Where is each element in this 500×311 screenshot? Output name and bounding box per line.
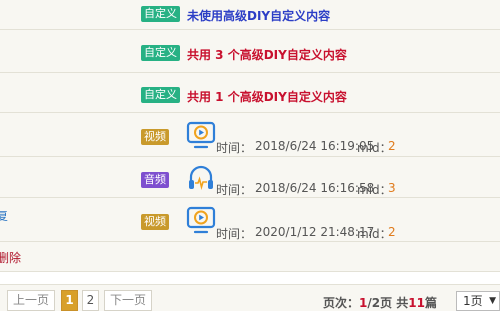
time-label: 时间：: [216, 183, 253, 197]
mid-value: 2: [388, 139, 396, 153]
prev-page-button[interactable]: 上一页: [7, 290, 55, 311]
video-tag: 视频: [141, 129, 169, 145]
mid-label: mid：: [357, 141, 392, 155]
page-1-button[interactable]: 1: [61, 290, 78, 311]
video-monitor-icon: [186, 206, 216, 234]
page-2-button[interactable]: 2: [82, 290, 99, 311]
custom-content-status[interactable]: 共用 1 个高级DIY自定义内容: [187, 88, 347, 105]
mid-label: mid：: [357, 227, 392, 241]
row-action-link-partial[interactable]: 复: [0, 207, 8, 224]
time-label: 时间：: [216, 227, 253, 241]
mid-value: 3: [388, 181, 396, 195]
chevron-down-icon: ▼: [489, 296, 496, 306]
row-delete: [0, 242, 500, 272]
page-info: 页次：1/2页 共11篇: [323, 296, 438, 310]
mid-label: mid：: [357, 183, 392, 197]
custom-content-status[interactable]: 共用 3 个高级DIY自定义内容: [187, 46, 347, 63]
time-label: 时间：: [216, 141, 253, 155]
audio-tag: 音频: [141, 172, 169, 188]
page-select[interactable]: 1页 ▼: [456, 291, 500, 311]
next-page-button[interactable]: 下一页: [104, 290, 152, 311]
page-select-value: 1页: [463, 294, 483, 308]
video-tag: 视频: [141, 214, 169, 230]
headphones-icon: [189, 165, 213, 191]
custom-tag: 自定义: [141, 45, 180, 61]
delete-link-partial[interactable]: 删除: [0, 249, 21, 266]
mid-value: 2: [388, 225, 396, 239]
custom-tag: 自定义: [141, 6, 180, 22]
video-monitor-icon: [186, 121, 216, 149]
custom-tag: 自定义: [141, 87, 180, 103]
custom-content-status[interactable]: 未使用高级DIY自定义内容: [187, 7, 330, 24]
